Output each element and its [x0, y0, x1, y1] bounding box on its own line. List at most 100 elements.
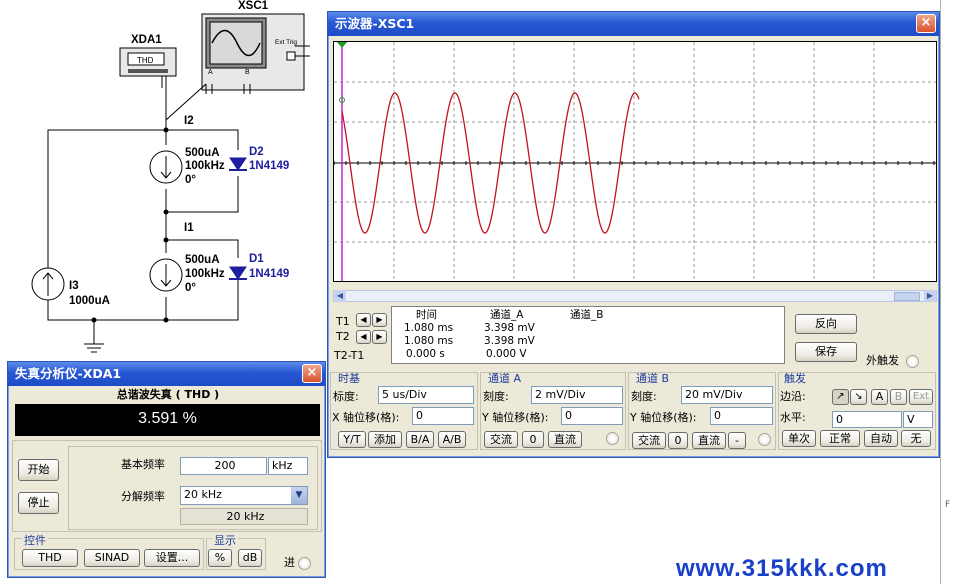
d1-part: 1N4149 — [249, 268, 290, 280]
save-button[interactable]: 保存 — [795, 342, 857, 362]
trigger-source-b-button[interactable]: B — [890, 389, 907, 405]
channel-a-ac-button[interactable]: 交流 — [484, 431, 518, 448]
none-mode-button[interactable]: 无 — [901, 430, 931, 447]
db-button[interactable]: dB — [238, 549, 262, 567]
t2-left-button[interactable]: ◀ — [356, 330, 371, 344]
close-icon[interactable]: × — [302, 364, 322, 383]
x-position-field[interactable]: 0 — [412, 407, 474, 425]
trigger-level-label: 水平: — [780, 411, 806, 424]
d2-name: D2 — [249, 146, 264, 158]
chevron-down-icon[interactable]: ▼ — [291, 487, 307, 504]
display-title: 显示 — [212, 534, 238, 548]
scroll-thumb[interactable] — [894, 292, 920, 301]
i1-label: I1 — [184, 222, 194, 234]
watermark: www.315kkk.com — [676, 555, 888, 582]
channel-a-scale-field[interactable]: 2 mV/Div — [531, 386, 623, 404]
resolution-frequency-select[interactable]: 20 kHz ▼ — [180, 486, 308, 505]
t2-right-button[interactable]: ▶ — [372, 330, 387, 344]
trigger-level-unit[interactable]: V — [903, 411, 933, 428]
channel-b-terminal[interactable] — [758, 433, 771, 446]
external-trigger-label: 外触发 — [866, 354, 899, 367]
reverse-button[interactable]: 反向 — [795, 314, 857, 334]
scope-grid — [334, 42, 936, 281]
t1-left-button[interactable]: ◀ — [356, 313, 371, 327]
channel-a-ypos-label: Y 轴位移(格): — [482, 411, 549, 424]
start-button[interactable]: 开始 — [18, 459, 59, 481]
trigger-source-a-button[interactable]: A — [871, 389, 888, 405]
fundamental-frequency-label: 基本频率 — [121, 458, 165, 471]
header-time: 时间 — [416, 309, 437, 321]
scroll-right-icon[interactable]: ▶ — [924, 290, 936, 302]
normal-mode-button[interactable]: 正常 — [820, 430, 860, 447]
xsc1-label: XSC1 — [238, 0, 269, 12]
channel-a-ypos-field[interactable]: 0 — [561, 407, 623, 425]
channel-a-scale-label: 刻度: — [483, 390, 509, 403]
resolution-frequency-value: 20 kHz — [184, 488, 222, 501]
src1-current: 500uA — [185, 254, 220, 266]
channel-b-zero-button[interactable]: 0 — [668, 432, 688, 449]
fundamental-unit-field[interactable]: kHz — [268, 457, 308, 475]
ext-trig-label: Ext Trig — [275, 39, 298, 46]
src2-phase: 0° — [185, 174, 196, 186]
scroll-left-icon[interactable]: ◀ — [334, 290, 346, 302]
settings-button[interactable]: 设置... — [144, 549, 200, 567]
src2-frequency: 100kHz — [185, 160, 225, 172]
rising-edge-button[interactable]: ↗ — [832, 389, 849, 405]
auto-mode-button[interactable]: 自动 — [864, 430, 898, 447]
a-over-b-button[interactable]: A/B — [438, 431, 466, 448]
thd-reading: 3.591 % — [15, 404, 320, 436]
timebase-scale-field[interactable]: 5 us/Div — [378, 386, 474, 404]
t1-time: 1.080 ms — [404, 322, 454, 334]
channel-b-dc-button[interactable]: 直流 — [692, 432, 726, 449]
t1-channel-a: 3.398 mV — [484, 322, 535, 334]
b-over-a-button[interactable]: B/A — [406, 431, 434, 448]
oscilloscope-titlebar[interactable]: 示波器-XSC1 × — [328, 12, 939, 36]
yt-button[interactable]: Y/T — [338, 431, 366, 448]
t1-right-button[interactable]: ▶ — [372, 313, 387, 327]
scope-scrollbar[interactable]: ◀ ▶ — [333, 290, 937, 302]
d1-name: D1 — [249, 253, 264, 265]
channel-b-minus-button[interactable]: - — [728, 432, 746, 449]
thd-measure-title: 总谐波失真 ( THD ) — [116, 388, 220, 401]
channel-b-ypos-field[interactable]: 0 — [710, 407, 773, 425]
external-trigger-terminal[interactable] — [906, 355, 919, 368]
sinad-button[interactable]: SINAD — [84, 549, 140, 567]
channel-a-terminal[interactable] — [606, 432, 619, 445]
channel-b-scale-field[interactable]: 20 mV/Div — [681, 386, 773, 404]
falling-edge-button[interactable]: ↘ — [850, 389, 867, 405]
scope-display[interactable] — [333, 41, 937, 282]
t2-time: 1.080 ms — [404, 335, 454, 347]
thd-button[interactable]: THD — [22, 549, 78, 567]
scope-channel-b: B — [245, 69, 250, 76]
controls-title: 控件 — [22, 534, 48, 548]
timebase-scale-label: 标度: — [333, 390, 359, 403]
single-mode-button[interactable]: 单次 — [782, 430, 816, 447]
close-icon[interactable]: × — [916, 14, 936, 33]
add-button[interactable]: 添加 — [368, 431, 402, 448]
src2-current: 500uA — [185, 147, 220, 159]
resolution-frequency-label: 分解频率 — [121, 490, 165, 503]
trigger-source-ext-button[interactable]: Ext — [909, 389, 933, 405]
stop-button[interactable]: 停止 — [18, 492, 59, 514]
delta-time: 0.000 s — [406, 348, 445, 360]
header-channel-b: 通道_B — [570, 309, 604, 321]
trigger-level-field[interactable]: 0 — [832, 411, 902, 428]
src1-phase: 0° — [185, 282, 196, 294]
xda1-screen-text: THD — [137, 56, 154, 65]
channel-a-dc-button[interactable]: 直流 — [548, 431, 582, 448]
x-position-label: X 轴位移(格): — [332, 411, 400, 424]
trigger-title: 触发 — [784, 372, 806, 385]
channel-b-ac-button[interactable]: 交流 — [632, 432, 666, 449]
oscilloscope-title: 示波器-XSC1 — [335, 16, 415, 31]
cursor-t2-t1-label: T2-T1 — [334, 349, 365, 362]
fundamental-frequency-field[interactable]: 200 — [180, 457, 267, 475]
timebase-title: 时基 — [338, 372, 360, 385]
input-terminal[interactable] — [298, 557, 311, 570]
edge-label: F — [945, 500, 951, 510]
channel-a-title: 通道 A — [488, 372, 522, 385]
xda1-label: XDA1 — [131, 34, 162, 46]
channel-a-zero-button[interactable]: 0 — [522, 431, 544, 448]
trigger-edge-label: 边沿: — [780, 390, 806, 403]
distortion-titlebar[interactable]: 失真分析仪-XDA1 × — [8, 362, 325, 386]
percent-button[interactable]: % — [208, 549, 232, 567]
